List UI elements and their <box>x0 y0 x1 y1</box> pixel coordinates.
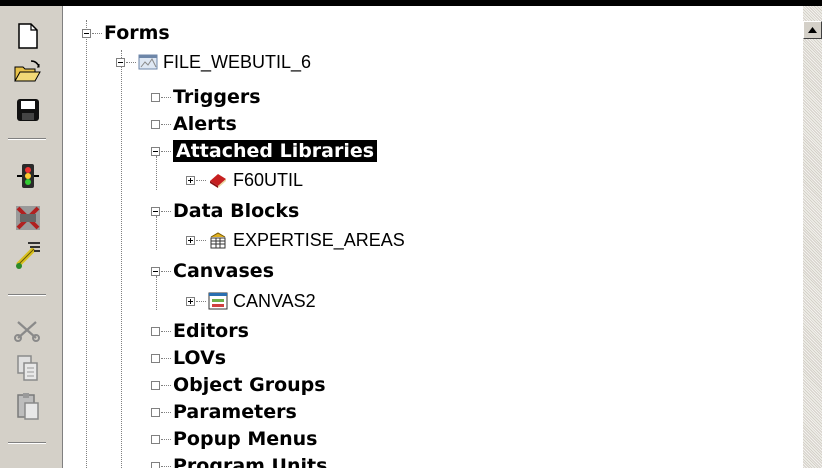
tree-node-label: CANVAS2 <box>233 290 316 311</box>
vertical-toolbar <box>0 6 63 468</box>
collapse-toggle[interactable] <box>82 28 91 38</box>
tree-node-label: Object Groups <box>173 374 326 396</box>
tree-node-editors[interactable]: Editors <box>151 319 249 343</box>
tree-node-label: Triggers <box>173 86 261 108</box>
tree-node-label: F60UTIL <box>233 169 304 190</box>
paste-icon[interactable] <box>12 390 44 422</box>
tree-node-label: Canvases <box>173 260 275 282</box>
scroll-up-button[interactable] <box>803 21 822 39</box>
tree-node-lovs[interactable]: LOVs <box>151 346 226 370</box>
tree-node-triggers[interactable]: Triggers <box>151 85 261 109</box>
toolbar-separator <box>8 138 46 140</box>
tree-node-label: LOVs <box>173 347 227 369</box>
new-icon[interactable] <box>12 20 44 52</box>
expand-toggle[interactable] <box>151 119 160 129</box>
expand-toggle[interactable] <box>186 175 195 185</box>
tree-node-label: Forms <box>104 22 170 44</box>
expand-toggle[interactable] <box>151 92 160 102</box>
cut-icon[interactable] <box>12 314 44 346</box>
run-icon[interactable] <box>12 160 44 192</box>
tree-trunk-line <box>86 20 87 468</box>
form-module-icon <box>138 54 158 70</box>
tree-node-parameters[interactable]: Parameters <box>151 400 297 424</box>
expand-toggle[interactable] <box>151 407 160 417</box>
tree-branch-line <box>121 50 122 468</box>
tree-node-label: Attached Libraries <box>173 140 378 162</box>
tree-node-data-blocks[interactable]: Data Blocks <box>151 199 299 223</box>
tree-node-label: Program Units <box>173 455 328 468</box>
collapse-toggle[interactable] <box>151 206 160 216</box>
debug-icon[interactable] <box>12 240 44 272</box>
arrow-up-icon <box>808 27 817 33</box>
collapse-toggle[interactable] <box>116 57 125 67</box>
tree-node-label: Popup Menus <box>173 428 318 450</box>
tree-node-attached-libraries[interactable]: Attached Libraries <box>151 139 378 163</box>
toolbar-separator <box>8 294 46 296</box>
tree-node-popup-menus[interactable]: Popup Menus <box>151 427 317 451</box>
vertical-scrollbar[interactable] <box>803 6 822 468</box>
expand-toggle[interactable] <box>151 461 160 468</box>
tree-node-program-units[interactable]: Program Units <box>151 454 327 468</box>
library-icon <box>210 174 226 188</box>
tree-node-label: FILE_WEBUTIL_6 <box>163 51 312 72</box>
tree-node-module[interactable]: FILE_WEBUTIL_6 <box>116 50 311 74</box>
save-icon[interactable] <box>12 94 44 126</box>
tree-node-label: Editors <box>173 320 249 342</box>
tree-node-label: Parameters <box>173 401 297 423</box>
expand-toggle[interactable] <box>186 235 195 245</box>
copy-icon[interactable] <box>12 352 44 384</box>
expand-toggle[interactable] <box>151 326 160 336</box>
tree-node-forms[interactable]: Forms <box>82 21 170 45</box>
object-navigator-tree: Forms FILE_WEBUTIL_6 Triggers Alerts Att… <box>63 6 803 468</box>
expand-toggle[interactable] <box>151 380 160 390</box>
expand-toggle[interactable] <box>186 296 195 306</box>
tree-node-expertise-areas[interactable]: EXPERTISE_AREAS <box>186 228 405 252</box>
data-block-icon <box>210 232 226 249</box>
tree-node-canvas2[interactable]: CANVAS2 <box>186 289 316 313</box>
tree-node-label: Alerts <box>173 113 237 135</box>
collapse-toggle[interactable] <box>151 146 160 156</box>
toolbar-separator <box>8 442 46 444</box>
collapse-toggle[interactable] <box>151 266 160 276</box>
compile-icon[interactable] <box>12 202 44 234</box>
expand-toggle[interactable] <box>151 353 160 363</box>
tree-node-label: EXPERTISE_AREAS <box>233 229 405 250</box>
tree-node-label: Data Blocks <box>173 200 300 222</box>
tree-node-object-groups[interactable]: Object Groups <box>151 373 326 397</box>
canvas-icon <box>208 292 228 310</box>
tree-node-canvases[interactable]: Canvases <box>151 259 274 283</box>
open-icon[interactable] <box>12 56 44 88</box>
tree-node-f60util[interactable]: F60UTIL <box>186 168 303 192</box>
tree-node-alerts[interactable]: Alerts <box>151 112 237 136</box>
expand-toggle[interactable] <box>151 434 160 444</box>
